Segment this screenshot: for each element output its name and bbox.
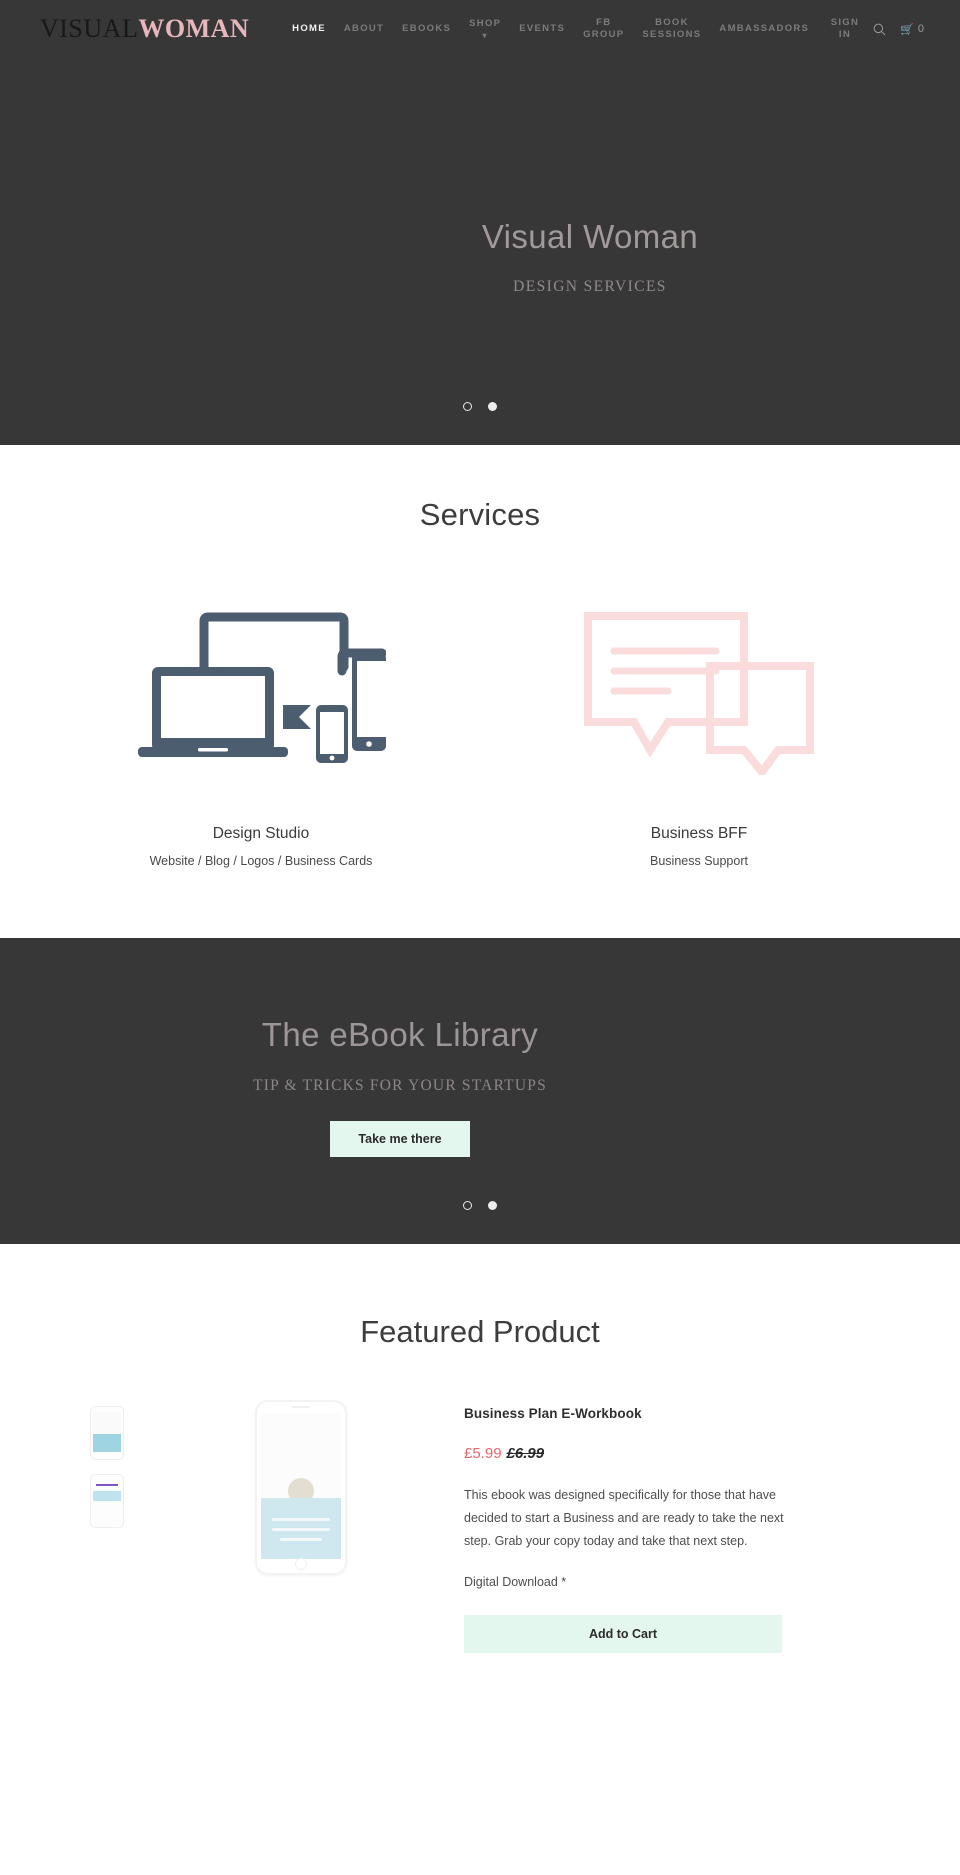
service-card-business-bff[interactable]: Business BFF Business Support <box>480 597 918 868</box>
cart-icon: 🛒 <box>900 23 914 36</box>
product-thumbnail-2[interactable] <box>90 1474 124 1528</box>
cart-button[interactable]: 🛒 0 <box>900 23 924 36</box>
take-me-there-button[interactable]: Take me there <box>330 1121 470 1157</box>
site-logo[interactable]: VISUALWOMAN <box>40 16 249 42</box>
ebook-subtitle: TIP & TRICKS FOR YOUR STARTUPS <box>253 1077 547 1094</box>
ebook-content: The eBook Library TIP & TRICKS FOR YOUR … <box>0 1016 960 1157</box>
nav-label-events: EVENTS <box>519 23 566 34</box>
chevron-down-icon: ▾ <box>482 31 488 40</box>
site-header: VISUALWOMAN HOME ABOUT EBOOKS SHOP ▾ EVE… <box>0 0 960 58</box>
nav-item-ebooks[interactable]: EBOOKS <box>393 23 460 35</box>
nav-item-about[interactable]: ABOUT <box>335 23 393 35</box>
ebook-slider-dots <box>0 1201 960 1210</box>
product-main-image[interactable] <box>146 1400 456 1653</box>
product-note: Digital Download * <box>464 1575 567 1590</box>
nav-item-book-sessions[interactable]: BOOK SESSIONS <box>633 17 710 41</box>
product-thumbnail-1[interactable] <box>90 1406 124 1460</box>
nav-label-about: ABOUT <box>343 23 385 34</box>
cart-count: 0 <box>917 23 924 35</box>
nav-item-events[interactable]: EVENTS <box>510 23 574 35</box>
search-icon[interactable] <box>873 23 886 36</box>
featured-product-body: Business Plan E-Workbook £5.99 £6.99 This… <box>0 1400 960 1654</box>
phone-mockup <box>255 1400 347 1575</box>
product-price: £5.99 £6.99 <box>464 1445 836 1462</box>
nav-label-home: HOME <box>292 23 326 34</box>
service-name-business-bff: Business BFF <box>650 825 748 842</box>
featured-product-title: Featured Product <box>360 1314 600 1349</box>
service-desc-design-studio: Website / Blog / Logos / Business Cards <box>149 854 373 868</box>
nav-label-ambassadors: AMBASSADORS <box>719 23 810 34</box>
nav-item-home[interactable]: HOME <box>283 23 335 35</box>
ebook-library-banner: The eBook Library TIP & TRICKS FOR YOUR … <box>0 938 960 1244</box>
hero-dot-1[interactable] <box>463 402 472 411</box>
nav-label-fb-group: FB GROUP <box>583 17 625 40</box>
product-name: Business Plan E-Workbook <box>464 1406 642 1421</box>
nav-item-shop[interactable]: SHOP ▾ <box>460 6 510 52</box>
nav-label-ebooks: EBOOKS <box>402 23 452 34</box>
hero-dot-2[interactable] <box>488 402 497 411</box>
product-description: This ebook was designed specifically for… <box>464 1488 784 1549</box>
services-title: Services <box>419 497 541 532</box>
ebook-dot-2[interactable] <box>488 1201 497 1210</box>
nav-label-book-sessions: BOOK SESSIONS <box>642 17 702 40</box>
hero-slider-dots <box>0 402 960 411</box>
logo-text-visual: VISUAL <box>40 14 139 43</box>
services-row: Design Studio Website / Blog / Logos / B… <box>0 597 960 868</box>
price-original: £6.99 <box>506 1445 545 1462</box>
product-thumbnail-list <box>90 1400 146 1653</box>
ebook-dot-1[interactable] <box>463 1201 472 1210</box>
hero-slider: Visual Woman DESIGN SERVICES <box>0 58 960 445</box>
service-name-design-studio: Design Studio <box>212 825 310 842</box>
hero-subtitle: DESIGN SERVICES <box>513 278 667 295</box>
speech-bubbles-icon <box>480 597 918 787</box>
header-actions: SIGN IN 🛒 0 <box>831 17 924 41</box>
service-card-design-studio[interactable]: Design Studio Website / Blog / Logos / B… <box>42 597 480 868</box>
add-to-cart-button[interactable]: Add to Cart <box>464 1615 782 1654</box>
hero-title: Visual Woman <box>481 218 699 255</box>
sign-in-link[interactable]: SIGN IN <box>831 17 859 41</box>
nav-item-fb-group[interactable]: FB GROUP <box>574 17 633 41</box>
ebook-title: The eBook Library <box>261 1016 539 1053</box>
devices-icon <box>42 597 480 787</box>
nav-item-ambassadors[interactable]: AMBASSADORS <box>710 23 818 35</box>
logo-text-woman: WOMAN <box>138 14 250 43</box>
hero-content: Visual Woman DESIGN SERVICES <box>0 218 960 296</box>
services-section: Services Design Studio Website / Blog / … <box>0 445 960 938</box>
price-current: £5.99 <box>464 1445 502 1462</box>
service-desc-business-bff: Business Support <box>650 854 748 868</box>
product-details: Business Plan E-Workbook £5.99 £6.99 This… <box>456 1400 836 1654</box>
featured-product-section: Featured Product Business Plan E-Workboo… <box>0 1244 960 1714</box>
main-navigation: HOME ABOUT EBOOKS SHOP ▾ EVENTS FB GROUP… <box>283 6 831 52</box>
nav-label-shop: SHOP <box>469 18 502 29</box>
